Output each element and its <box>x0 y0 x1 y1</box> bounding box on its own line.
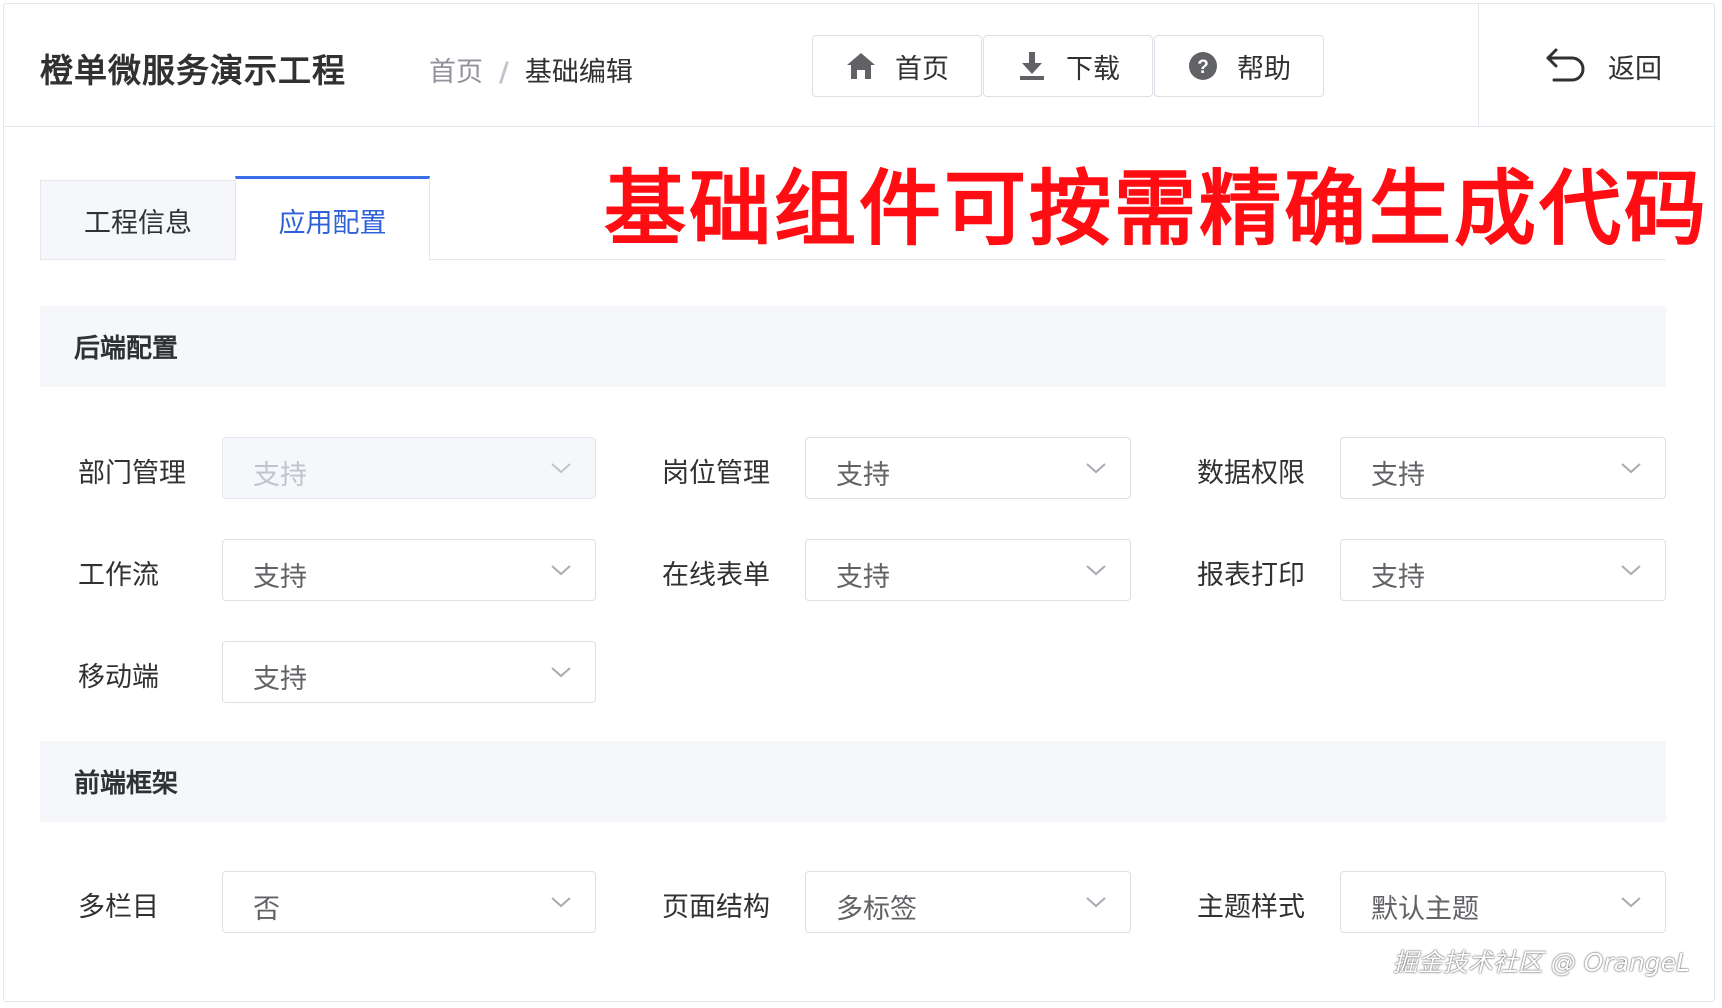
download-icon <box>1016 50 1048 82</box>
chevron-down-icon <box>1086 897 1106 908</box>
chevron-down-icon <box>551 667 571 678</box>
promo-banner-text: 基础组件可按需精确生成代码 <box>604 162 1710 257</box>
watermark: 掘金技术社区 @ OrangeL <box>1392 948 1690 977</box>
field-label-mobile: 移动端 <box>78 662 159 693</box>
select-page-structure-value: 多标签 <box>836 894 917 925</box>
select-post-value: 支持 <box>836 460 890 491</box>
header-divider <box>1478 4 1479 126</box>
section-backend-config: 后端配置 <box>40 306 1666 387</box>
select-dept-value: 支持 <box>253 460 307 491</box>
select-workflow-value: 支持 <box>253 562 307 593</box>
select-dept: 支持 <box>222 437 596 499</box>
select-online-form-value: 支持 <box>836 562 890 593</box>
breadcrumb-separator: / <box>499 57 509 88</box>
back-button-label: 返回 <box>1608 53 1662 85</box>
field-label-page-structure: 页面结构 <box>662 892 770 923</box>
chevron-down-icon <box>551 463 571 474</box>
select-mobile-value: 支持 <box>253 664 307 695</box>
chevron-down-icon <box>1086 463 1106 474</box>
select-report-print[interactable]: 支持 <box>1340 539 1666 601</box>
tab-project-info[interactable]: 工程信息 <box>40 180 235 260</box>
select-theme-style[interactable]: 默认主题 <box>1340 871 1666 933</box>
select-report-print-value: 支持 <box>1371 562 1425 593</box>
field-label-theme-style: 主题样式 <box>1197 892 1305 923</box>
back-arrow-icon <box>1544 46 1588 86</box>
home-button[interactable]: 首页 <box>812 35 982 97</box>
home-icon <box>845 50 877 82</box>
field-label-multi-column: 多栏目 <box>78 892 159 923</box>
select-theme-style-value: 默认主题 <box>1371 894 1479 925</box>
svg-text:?: ? <box>1197 57 1209 78</box>
breadcrumb-current: 基础编辑 <box>524 57 633 88</box>
chevron-down-icon <box>1086 565 1106 576</box>
chevron-down-icon <box>1621 897 1641 908</box>
select-mobile[interactable]: 支持 <box>222 641 596 703</box>
top-header: 橙单微服务演示工程 首页 / 基础编辑 首页 下载 ? 帮助 返回 <box>4 4 1716 127</box>
select-online-form[interactable]: 支持 <box>805 539 1131 601</box>
field-label-data-permission: 数据权限 <box>1197 458 1305 489</box>
home-button-label: 首页 <box>895 53 949 85</box>
select-data-permission[interactable]: 支持 <box>1340 437 1666 499</box>
chevron-down-icon <box>1621 463 1641 474</box>
help-button[interactable]: ? 帮助 <box>1154 35 1324 97</box>
app-title: 橙单微服务演示工程 <box>40 51 346 90</box>
field-label-dept: 部门管理 <box>78 458 186 489</box>
chevron-down-icon <box>551 565 571 576</box>
field-label-online-form: 在线表单 <box>662 560 770 591</box>
help-button-label: 帮助 <box>1237 53 1291 85</box>
select-multi-column[interactable]: 否 <box>222 871 596 933</box>
back-button[interactable]: 返回 <box>1544 44 1662 88</box>
breadcrumb-home-link[interactable]: 首页 <box>429 57 483 88</box>
download-button[interactable]: 下载 <box>983 35 1153 97</box>
help-icon: ? <box>1187 50 1219 82</box>
app-window: 橙单微服务演示工程 首页 / 基础编辑 首页 下载 ? 帮助 返回 工程信息 应… <box>3 3 1716 1002</box>
section-frontend-framework: 前端框架 <box>40 741 1666 822</box>
select-page-structure[interactable]: 多标签 <box>805 871 1131 933</box>
download-button-label: 下载 <box>1066 53 1120 85</box>
select-post[interactable]: 支持 <box>805 437 1131 499</box>
chevron-down-icon <box>551 897 571 908</box>
field-label-report-print: 报表打印 <box>1197 560 1305 591</box>
chevron-down-icon <box>1621 565 1641 576</box>
breadcrumb: 首页 / 基础编辑 <box>429 50 633 89</box>
select-multi-column-value: 否 <box>253 894 280 925</box>
field-label-post: 岗位管理 <box>662 458 770 489</box>
field-label-workflow: 工作流 <box>78 560 159 591</box>
tab-app-config[interactable]: 应用配置 <box>235 176 430 261</box>
select-data-permission-value: 支持 <box>1371 460 1425 491</box>
select-workflow[interactable]: 支持 <box>222 539 596 601</box>
